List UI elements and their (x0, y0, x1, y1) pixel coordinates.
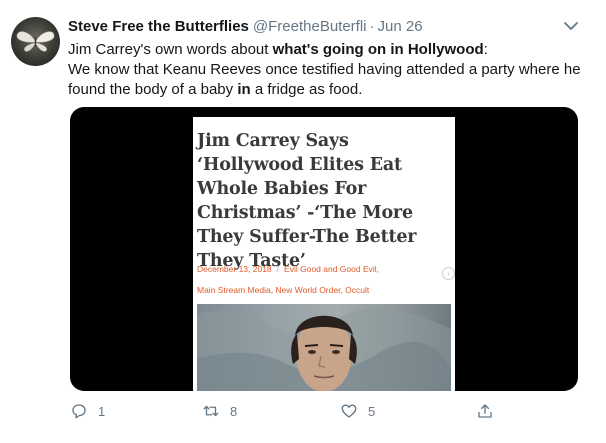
article-screenshot: Jim Carrey Says ‘Hollywood Elites Eat Wh… (193, 117, 455, 391)
tweet-text-line-2: We know that Keanu Reeves once testified… (68, 61, 581, 78)
article-title: Jim Carrey Says ‘Hollywood Elites Eat Wh… (197, 131, 417, 271)
retweet-count: 8 (230, 403, 238, 419)
separator-dot: · (369, 18, 375, 35)
meta-separator: / (276, 264, 280, 274)
article-photo (197, 304, 451, 391)
share-icon (478, 404, 492, 418)
article-meta: December 13, 2018 / Evil Good and Good Evi… (197, 264, 379, 274)
butterfly-icon (16, 31, 55, 52)
retweet-button[interactable]: 8 (202, 400, 237, 422)
reply-button[interactable]: 1 (70, 400, 105, 422)
media-image[interactable]: Jim Carrey Says ‘Hollywood Elites Eat Wh… (70, 107, 578, 391)
tweet-actions: 1 8 5 (0, 400, 606, 422)
user-handle[interactable]: @FreetheButerfli (253, 18, 367, 35)
portrait-image (197, 308, 451, 391)
article-date: December 13, 2018 (197, 264, 272, 274)
like-button[interactable]: 5 (340, 400, 375, 422)
tweet-card[interactable]: Steve Free the Butterflies @FreetheButerf… (0, 0, 606, 443)
article-categories: Main Stream Media, New World Order, Occu… (197, 285, 370, 295)
article-category: Evil Good and Good Evil, (284, 264, 380, 274)
heart-icon (341, 404, 357, 418)
tweet-date[interactable]: Jun 26 (378, 18, 423, 35)
reply-icon (72, 404, 86, 419)
tweet-text-line-3: found the body of a baby in a fridge as … (68, 81, 363, 98)
tweet-header: Steve Free the Butterflies @FreetheButerf… (68, 17, 423, 37)
tweet-text-line-1: Jim Carrey's own words about what's goin… (68, 41, 488, 58)
reply-count: 1 (98, 403, 106, 419)
retweet-icon (203, 405, 219, 417)
display-name[interactable]: Steve Free the Butterflies (68, 18, 249, 35)
like-count: 5 (368, 403, 376, 419)
chevron-down-icon[interactable] (563, 20, 579, 32)
share-button[interactable] (476, 400, 494, 422)
avatar[interactable] (11, 17, 60, 66)
tweet-text: Jim Carrey's own words about what's goin… (68, 40, 588, 100)
chevron-right-icon: › (442, 267, 455, 280)
